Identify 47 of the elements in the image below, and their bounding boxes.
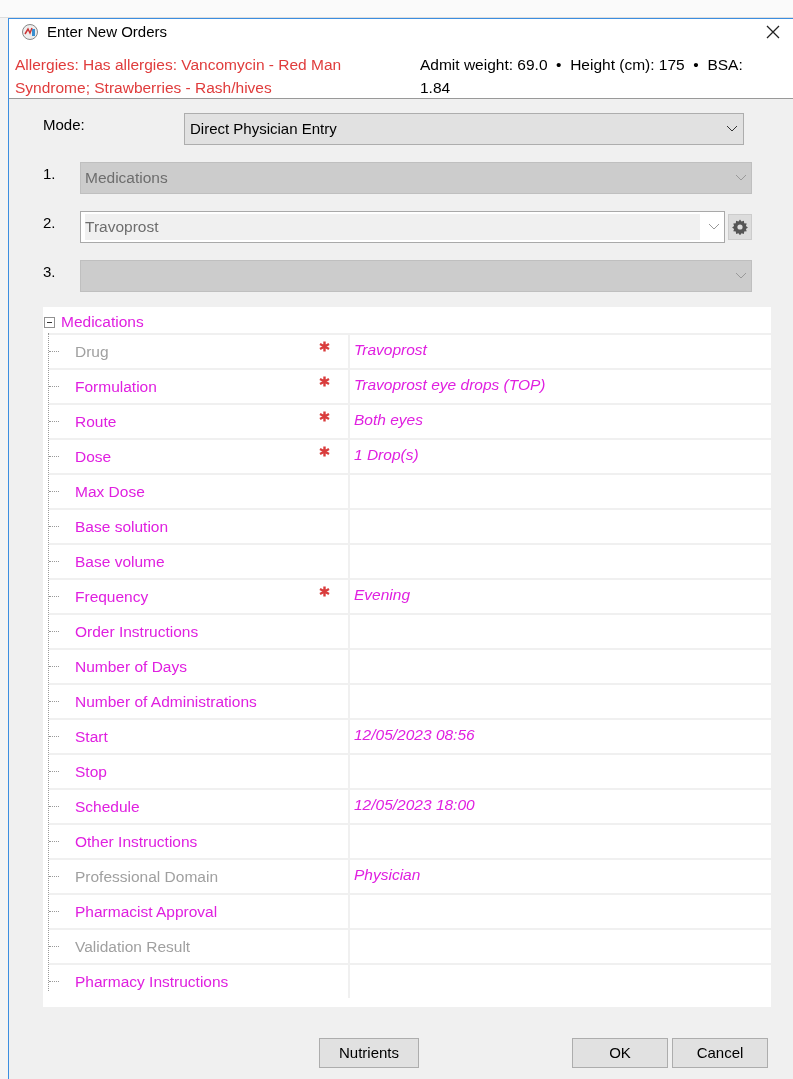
step-dropdown[interactable]: Travoprost — [80, 211, 725, 243]
allergy-warning: Allergies: Has allergies: Vancomycin - Red Man Syndrome; Strawberries - Rash/hives — [15, 55, 343, 98]
step-number: 2. — [43, 212, 57, 233]
field-value[interactable]: Evening — [354, 586, 410, 603]
field-label: Pharmacist Approval — [75, 901, 218, 922]
field-label: Route — [75, 411, 117, 432]
step-number: 1. — [43, 163, 57, 184]
field-label: Start — [75, 726, 108, 747]
field-label: Pharmacy Instructions — [75, 971, 229, 992]
field-value[interactable]: 12/05/2023 08:56 — [354, 726, 475, 743]
dialog-button[interactable]: Nutrients — [319, 1038, 419, 1068]
field-label: Dose — [75, 446, 112, 467]
mode-label: Mode: — [43, 114, 86, 135]
chevron-icon — [708, 223, 720, 231]
chevron-icon — [735, 174, 747, 182]
close-icon — [766, 25, 780, 39]
tree-group-label[interactable]: Medications — [61, 310, 144, 334]
field-label: Validation Result — [75, 936, 191, 957]
app-icon — [21, 23, 39, 41]
mode-dropdown[interactable]: Direct Physician Entry — [184, 113, 744, 145]
step-number: 3. — [43, 261, 57, 282]
field-label: Drug — [75, 341, 109, 362]
field-value[interactable]: 12/05/2023 18:00 — [354, 796, 475, 813]
field-value[interactable]: Both eyes — [354, 411, 423, 428]
field-value[interactable]: Travoprost eye drops (TOP) — [354, 376, 546, 393]
collapse-icon[interactable] — [44, 316, 55, 328]
field-label: Number of Administrations — [75, 691, 257, 712]
field-label: Other Instructions — [75, 831, 198, 852]
dialog-button[interactable]: OK — [572, 1038, 668, 1068]
chevron-icon — [735, 272, 747, 280]
field-label: Number of Days — [75, 656, 187, 677]
field-label: Schedule — [75, 796, 140, 817]
chevron-icon — [726, 125, 738, 133]
field-label: Order Instructions — [75, 621, 199, 642]
field-label: Base solution — [75, 516, 169, 537]
field-label: Professional Domain — [75, 866, 218, 887]
dialog-button[interactable]: Cancel — [672, 1038, 768, 1068]
settings-button[interactable] — [728, 214, 752, 240]
window-title: Enter New Orders — [47, 21, 168, 42]
settings-icon — [732, 219, 748, 235]
field-label: Stop — [75, 761, 107, 782]
patient-measurements: Admit weight: 69.0 • Height (cm): 175 • BSA: 1.84 — [420, 55, 744, 98]
field-value[interactable]: 1 Drop(s) — [354, 446, 419, 463]
field-label: Max Dose — [75, 481, 145, 502]
field-label: Formulation — [75, 376, 157, 397]
field-label: Frequency — [75, 586, 149, 607]
field-label: Base volume — [75, 551, 165, 572]
